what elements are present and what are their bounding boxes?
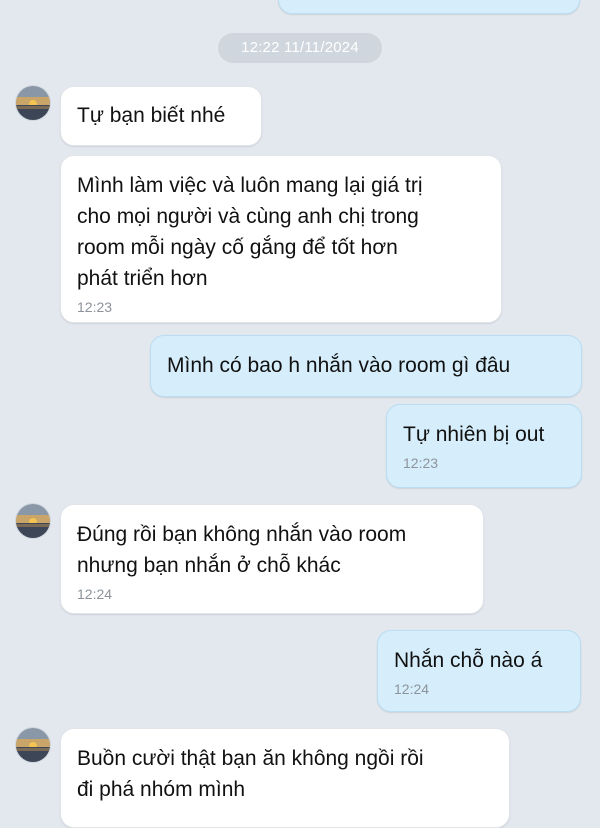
avatar[interactable] — [15, 503, 51, 539]
message-bubble-outgoing[interactable]: Nhắn chỗ nào á 12:24 — [377, 630, 581, 712]
message-bubble-outgoing[interactable]: Tự nhiên bị out 12:23 — [386, 404, 582, 488]
message-text: Mình có bao h nhắn vào room gì đâu — [167, 354, 511, 377]
message-time: 12:24 — [77, 586, 113, 602]
message-bubble-outgoing-partial[interactable] — [278, 0, 580, 14]
message-bubble-outgoing[interactable]: Mình có bao h nhắn vào room gì đâu — [150, 335, 582, 397]
message-bubble-incoming[interactable]: Mình làm việc và luôn mang lại giá trị c… — [60, 155, 502, 323]
message-bubble-incoming[interactable]: Đúng rồi bạn không nhắn vào room nhưng b… — [60, 504, 484, 614]
message-bubble-incoming[interactable]: Tự bạn biết nhé — [60, 86, 262, 146]
message-time: 12:23 — [77, 299, 113, 315]
sunset-avatar-icon — [16, 86, 50, 120]
sunset-avatar-icon — [16, 728, 50, 762]
message-text: Tự bạn biết nhé — [77, 104, 226, 127]
avatar[interactable] — [15, 85, 51, 121]
message-time: 12:24 — [394, 681, 430, 697]
message-text: Tự nhiên bị out — [403, 423, 545, 446]
message-text: Nhắn chỗ nào á — [394, 649, 543, 672]
message-text: Đúng rồi bạn không nhắn vào room nhưng b… — [77, 523, 407, 577]
avatar[interactable] — [15, 727, 51, 763]
date-divider: 12:22 11/11/2024 — [218, 33, 382, 63]
message-text: Mình làm việc và luôn mang lại giá trị c… — [77, 174, 423, 290]
sunset-avatar-icon — [16, 504, 50, 538]
message-time: 12:23 — [403, 455, 439, 471]
message-bubble-incoming[interactable]: Buồn cười thật bạn ăn không ngồi rồi đi … — [60, 728, 510, 828]
message-text: Buồn cười thật bạn ăn không ngồi rồi đi … — [77, 747, 424, 801]
